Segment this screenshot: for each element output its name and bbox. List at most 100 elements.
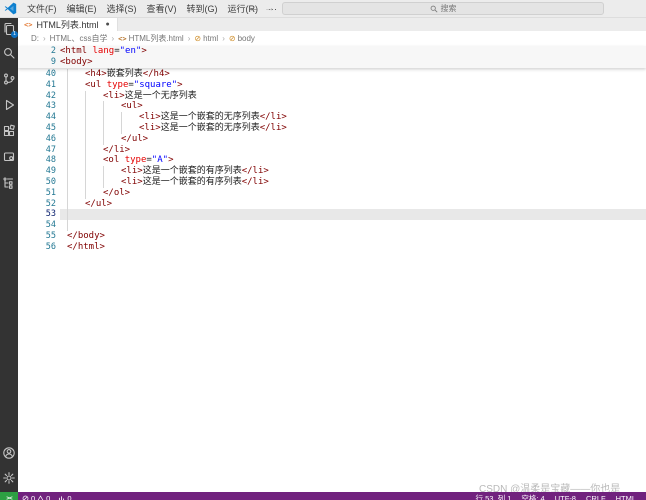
ports-count: 0 (67, 494, 71, 500)
line-number: 48 (18, 155, 56, 166)
breadcrumb-item-4[interactable]: ⊘body (229, 34, 255, 43)
breadcrumb-item-2[interactable]: <>HTML列表.html (118, 33, 184, 44)
line-number: 51 (18, 188, 56, 199)
indent-guide (85, 91, 86, 102)
menu-item-1[interactable]: 编辑(E) (62, 0, 102, 18)
sticky-line-9[interactable]: 9 <body> (18, 57, 646, 68)
code-text: <html lang="en"> (60, 46, 147, 57)
warning-count: 0 (46, 494, 50, 500)
code-line-40[interactable]: 40<h4>嵌套列表</h4> (18, 69, 646, 80)
code-line-43[interactable]: 43<ul> (18, 101, 646, 112)
code-line-47[interactable]: 47</li> (18, 145, 646, 156)
menu-bar: 文件(F)编辑(E)选择(S)查看(V)转到(G)运行(R)··· (22, 0, 282, 18)
code-text: <li>这是一个无序列表 (103, 91, 197, 102)
problems-status[interactable]: 0 0 (18, 494, 54, 500)
indent-guide (67, 134, 68, 145)
code-text: </ol> (103, 188, 130, 199)
breadcrumb: D:›HTML、css自学›<>HTML列表.html›⊘html›⊘body (18, 31, 646, 46)
code-lines: 40<h4>嵌套列表</h4>41<ul type="square">42 <li… (18, 69, 646, 253)
code-text: <body> (60, 57, 93, 68)
line-number: 55 (18, 231, 56, 242)
breadcrumb-item-0[interactable]: D: (31, 34, 39, 43)
indent-guide (67, 177, 68, 188)
code-line-42[interactable]: 42 <li>这是一个无序列表 (18, 91, 646, 102)
code-line-55[interactable]: 55</body> (18, 231, 646, 242)
indent-guide (67, 199, 68, 210)
breadcrumb-label: HTML、css自学 (50, 33, 108, 44)
line-number: 2 (18, 46, 56, 57)
title-bar: 文件(F)编辑(E)选择(S)查看(V)转到(G)运行(R)··· ← → 搜索 (0, 0, 646, 18)
sticky-scroll: 2 <html lang="en"> 9 <body> (18, 46, 646, 68)
indent-guide (103, 112, 104, 123)
nav-forward-arrow[interactable]: → (264, 0, 275, 17)
unsaved-dot-icon[interactable]: ● (105, 21, 109, 28)
code-line-48[interactable]: 48<ol type="A"> (18, 155, 646, 166)
code-text: <ul type="square"> (85, 80, 183, 91)
code-line-53[interactable]: 53 (18, 209, 646, 220)
remote-explorer-icon[interactable] (2, 150, 16, 164)
remote-indicator-button[interactable]: >< (0, 492, 18, 500)
indent-guide (85, 123, 86, 134)
code-text: <li>这是一个嵌套的有序列表</li> (121, 177, 269, 188)
code-line-54[interactable]: 54 (18, 220, 646, 231)
indent-guide (67, 101, 68, 112)
breadcrumb-item-1[interactable]: HTML、css自学 (50, 33, 108, 44)
run-debug-icon[interactable] (2, 98, 16, 112)
ports-status[interactable]: 0 (54, 494, 75, 500)
code-editor[interactable]: 2 <html lang="en"> 9 <body> 40<h4>嵌套列表</h4>… (18, 46, 646, 492)
code-line-52[interactable]: 52</ul> (18, 199, 646, 210)
html-file-icon: <> (24, 21, 32, 29)
menu-item-0[interactable]: 文件(F) (22, 0, 62, 18)
code-line-56[interactable]: 56</html> (18, 242, 646, 253)
nav-back-arrow[interactable]: ← (248, 0, 259, 17)
code-text: <li>这是一个嵌套的无序列表</li> (139, 123, 287, 134)
error-count: 0 (31, 494, 35, 500)
indent-guide (67, 166, 68, 177)
menu-item-3[interactable]: 查看(V) (142, 0, 182, 18)
indent-guide (85, 155, 86, 166)
code-line-51[interactable]: 51 </ol> (18, 188, 646, 199)
code-line-46[interactable]: 46 </ul> (18, 134, 646, 145)
line-number: 46 (18, 134, 56, 145)
code-line-41[interactable]: 41<ul type="square"> (18, 80, 646, 91)
indent-guide (67, 69, 68, 80)
line-number: 9 (18, 57, 56, 68)
command-center-search[interactable]: 搜索 (282, 2, 604, 15)
tab-html-file[interactable]: <> HTML列表.html ● (18, 18, 118, 31)
tab-label: HTML列表.html (36, 18, 98, 31)
indent-guide (103, 177, 104, 188)
status-right-item-1[interactable]: 空格: 4 (521, 493, 544, 500)
explorer-badge: 1 (11, 31, 18, 38)
settings-icon[interactable] (2, 471, 16, 485)
breadcrumb-separator: › (222, 34, 225, 43)
code-line-50[interactable]: 50<li>这是一个嵌套的有序列表</li> (18, 177, 646, 188)
code-text: </ul> (121, 134, 148, 145)
indent-guide (67, 91, 68, 102)
code-text: <li>这是一个嵌套的有序列表</li> (121, 166, 269, 177)
account-icon[interactable] (2, 446, 16, 460)
code-line-49[interactable]: 49<li>这是一个嵌套的有序列表</li> (18, 166, 646, 177)
source-control-icon[interactable] (2, 72, 16, 86)
breadcrumb-separator: › (111, 34, 114, 43)
indent-guide (85, 177, 86, 188)
menu-item-2[interactable]: 选择(S) (102, 0, 142, 18)
search-icon[interactable] (2, 46, 16, 60)
sticky-line-2[interactable]: 2 <html lang="en"> (18, 46, 646, 57)
symbol-element-icon: ⊘ (229, 34, 236, 43)
code-line-45[interactable]: 45<li>这是一个嵌套的无序列表</li> (18, 123, 646, 134)
menu-item-4[interactable]: 转到(G) (182, 0, 223, 18)
line-number: 47 (18, 145, 56, 156)
status-right-item-4[interactable]: HTML (616, 493, 636, 500)
status-right-item-0[interactable]: 行 53, 列 1 (476, 493, 512, 500)
explorer-icon[interactable]: 1 (2, 22, 16, 36)
status-right-item-2[interactable]: UTF-8 (555, 493, 576, 500)
error-icon (22, 495, 29, 500)
extensions-icon[interactable] (2, 124, 16, 138)
code-text: <li>这是一个嵌套的无序列表</li> (139, 112, 287, 123)
indent-guide (67, 220, 68, 231)
code-line-44[interactable]: 44<li>这是一个嵌套的无序列表</li> (18, 112, 646, 123)
status-right-item-3[interactable]: CRLF (586, 493, 606, 500)
line-number: 42 (18, 91, 56, 102)
tree-view-icon[interactable] (2, 176, 16, 190)
breadcrumb-item-3[interactable]: ⊘html (194, 34, 218, 43)
